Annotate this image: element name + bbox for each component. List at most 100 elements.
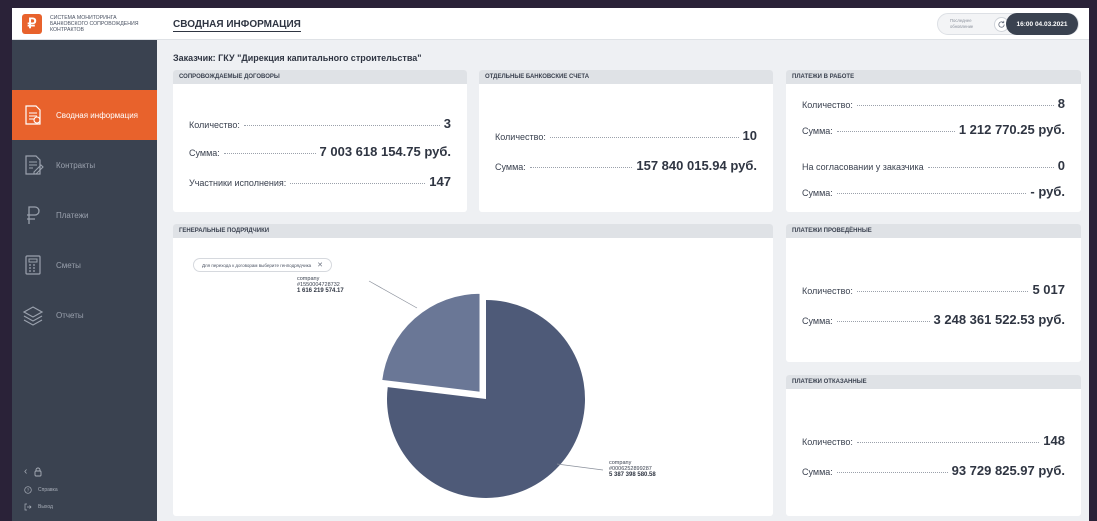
app-window: ₽ СИСТЕМА МОНИТОРИНГА БАНКОВСКОГО СОПРОВ… [12,8,1089,521]
leader-line-small [368,280,418,309]
sidebar-item-summary[interactable]: Сводная информация [12,90,157,140]
row-value: 1 212 770.25 руб. [958,122,1065,137]
dots-divider [549,137,739,138]
work-approval-sum-row: Сумма: - руб. [802,184,1065,199]
row-label: Количество: [802,437,853,447]
card-title: ПЛАТЕЖИ ПРОВЕДЁННЫЕ [786,224,1081,238]
work-count-row: Количество: 8 [802,96,1065,111]
row-label: На согласовании у заказчика [802,162,924,172]
contracts-sum-row: Сумма: 7 003 618 154.75 руб. [189,144,451,159]
sidebar-item-label: Сводная информация [56,110,138,120]
row-value: 8 [1057,96,1065,111]
row-label: Участники исполнения: [189,178,287,188]
dots-divider [836,321,930,322]
sidebar-item-payments[interactable]: Платежи [12,190,157,240]
card-title: ПЛАТЕЖИ ОТКАЗАННЫЕ [786,375,1081,389]
last-update-widget: Последнее обновление 16:00 04.03.2021 [937,13,1079,35]
slice-value: 5 387 398 580.58 [609,472,656,479]
row-label: Сумма: [189,148,220,158]
sidebar-item-label: Контракты [56,160,96,170]
row-value: 0 [1057,158,1065,173]
dots-divider [836,472,948,473]
sidebar-nav: Сводная информация Контракты Платежи Сме… [12,90,157,340]
row-label: Количество: [189,120,240,130]
contracts-participants-row: Участники исполнения: 147 [189,174,451,189]
card-title: ОТДЕЛЬНЫЕ БАНКОВСКИЕ СЧЕТА [479,70,773,84]
layers-icon [22,306,44,326]
logout-label: Выход [38,504,53,510]
lock-icon [34,467,42,476]
row-value: 10 [742,128,757,143]
card-contracts: СОПРОВОЖДАЕМЫЕ ДОГОВОРЫ Количество: 3 Су… [173,70,467,212]
collapse-sidebar-button[interactable]: ‹ [24,466,58,477]
row-label: Количество: [495,132,546,142]
card-payments-in-work: ПЛАТЕЖИ В РАБОТЕ Количество: 8 Сумма: 1 … [786,70,1081,212]
work-sum-row: Сумма: 1 212 770.25 руб. [802,122,1065,137]
last-update-time: 16:00 04.03.2021 [1006,13,1078,35]
row-value: 157 840 015.94 руб. [636,158,757,173]
row-value: 5 017 [1032,282,1065,297]
brand-title: СИСТЕМА МОНИТОРИНГА БАНКОВСКОГО СОПРОВОЖ… [50,14,139,33]
ruble-logo-icon: ₽ [22,13,42,34]
logout-link[interactable]: Выход [24,503,58,511]
accounts-sum-row: Сумма: 157 840 015.94 руб. [495,158,757,173]
row-value: - руб. [1030,184,1065,199]
sidebar-footer: ‹ ? Справка Выход [24,466,58,511]
dots-divider [529,167,633,168]
brand[interactable]: ₽ СИСТЕМА МОНИТОРИНГА БАНКОВСКОГО СОПРОВ… [12,8,157,40]
row-value: 148 [1043,433,1065,448]
rejected-sum-row: Сумма: 93 729 825.97 руб. [802,463,1065,478]
contracts-count-row: Количество: 3 [189,116,451,131]
card-bank-accounts: ОТДЕЛЬНЫЕ БАНКОВСКИЕ СЧЕТА Количество: 1… [479,70,773,212]
row-label: Сумма: [802,467,833,477]
contract-edit-icon [25,155,44,175]
card-payments-rejected: ПЛАТЕЖИ ОТКАЗАННЫЕ Количество: 148 Сумма… [786,375,1081,516]
dots-divider [927,167,1054,168]
report-icon [25,105,41,125]
dots-divider [836,193,1027,194]
pie-chart [368,280,604,498]
dots-divider [223,153,316,154]
card-title: ГЕНЕРАЛЬНЫЕ ПОДРЯДЧИКИ [173,224,773,238]
help-icon: ? [24,486,32,494]
slice-label-large: company #0006252899287 5 387 398 580.58 [609,460,656,479]
accounts-count-row: Количество: 10 [495,128,757,143]
row-value: 3 [443,116,451,131]
row-value: 93 729 825.97 руб. [951,463,1065,478]
help-link[interactable]: ? Справка [24,486,58,494]
dots-divider [856,105,1054,106]
refresh-icon [998,20,1005,28]
topbar: СВОДНАЯ ИНФОРМАЦИЯ Последнее обновление … [157,8,1089,40]
row-value: 3 248 361 522.53 руб. [933,312,1065,327]
row-label: Сумма: [802,126,833,136]
ruble-icon [27,206,40,224]
work-approval-row: На согласовании у заказчика 0 [802,158,1065,173]
dots-divider [243,125,440,126]
dots-divider [836,131,955,132]
calculator-icon [25,255,41,275]
help-label: Справка [38,487,58,493]
row-label: Количество: [802,100,853,110]
sidebar-item-label: Сметы [56,260,81,270]
page-title: СВОДНАЯ ИНФОРМАЦИЯ [173,19,301,32]
card-general-contractors: ГЕНЕРАЛЬНЫЕ ПОДРЯДЧИКИ Для перехода к до… [173,224,773,516]
svg-text:?: ? [27,488,30,493]
sidebar-item-label: Отчеты [56,310,84,320]
sidebar-item-contracts[interactable]: Контракты [12,140,157,190]
logout-icon [24,503,32,511]
sidebar-item-estimates[interactable]: Сметы [12,240,157,290]
done-count-row: Количество: 5 017 [802,282,1065,297]
sidebar: ₽ СИСТЕМА МОНИТОРИНГА БАНКОВСКОГО СОПРОВ… [12,8,157,521]
dots-divider [856,442,1040,443]
customer-title: Заказчик: ГКУ "Дирекция капитального стр… [173,53,422,63]
row-label: Сумма: [495,162,526,172]
row-label: Количество: [802,286,853,296]
dots-divider [290,183,426,184]
row-value: 7 003 618 154.75 руб. [319,144,451,159]
sidebar-item-label: Платежи [56,210,89,220]
last-update-label: Последнее обновление [950,18,974,29]
rejected-count-row: Количество: 148 [802,433,1065,448]
leader-line-large [556,463,604,471]
pie-slice-small[interactable] [381,292,481,393]
sidebar-item-reports[interactable]: Отчеты [12,290,157,340]
